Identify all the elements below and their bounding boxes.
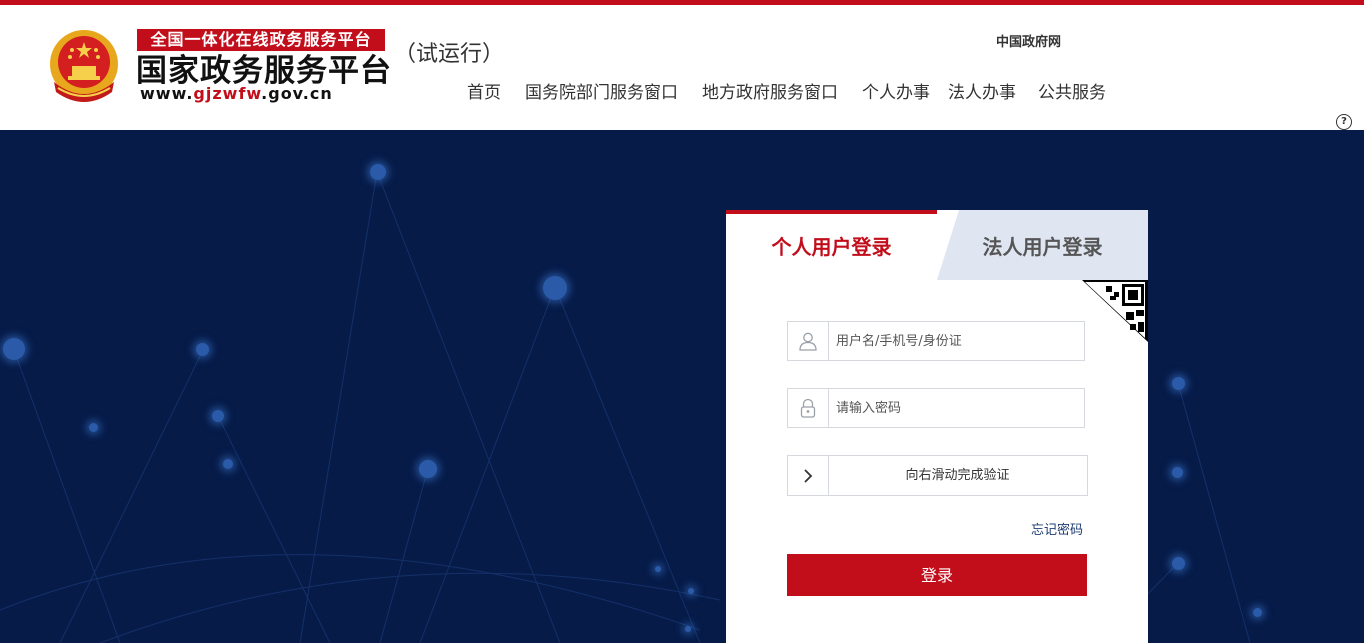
slider-text: 向右滑动完成验证 <box>905 468 1010 483</box>
logo-url-highlight: gjzwfw <box>193 84 262 103</box>
password-input[interactable] <box>836 389 1076 427</box>
username-input[interactable] <box>836 322 1076 360</box>
decorative-dot <box>419 460 437 478</box>
forgot-password-link[interactable]: 忘记密码 <box>1031 519 1083 538</box>
nav-item-home[interactable]: 首页 <box>467 78 501 103</box>
tab-divider-notch <box>937 210 959 280</box>
decorative-dot <box>1172 467 1183 478</box>
nav-item-state-council[interactable]: 国务院部门服务窗口 <box>525 78 678 103</box>
decorative-dot <box>223 459 233 469</box>
gov-cn-link[interactable]: 中国政府网 <box>996 31 1061 50</box>
logo-url: www.gjzwfw.gov.cn <box>140 84 333 103</box>
decorative-dot <box>655 566 661 572</box>
qr-code-icon[interactable] <box>1082 280 1148 342</box>
decorative-dot <box>196 343 209 356</box>
logo-tagline: 全国一体化在线政务服务平台 <box>137 29 385 51</box>
hero-background <box>0 130 1364 643</box>
login-panel: 法人用户登录 个人用户登录 向右滑动完成验证 忘记密码 登录 <box>726 210 1148 643</box>
slide-verification: 向右滑动完成验证 <box>787 455 1088 496</box>
decorative-dot <box>3 338 25 360</box>
decorative-dot <box>543 276 567 300</box>
nav-item-public-service[interactable]: 公共服务 <box>1038 78 1106 103</box>
username-field <box>787 321 1085 361</box>
lock-icon <box>788 389 829 427</box>
logo-url-suffix: .gov.cn <box>261 84 333 103</box>
chevron-right-icon[interactable] <box>788 456 829 495</box>
decorative-dot <box>1172 377 1185 390</box>
logo-url-prefix: www. <box>140 84 194 103</box>
main-nav: 首页 国务院部门服务窗口 地方政府服务窗口 个人办事 法人办事 公共服务 <box>467 78 1130 103</box>
nav-item-local-gov[interactable]: 地方政府服务窗口 <box>702 78 838 103</box>
nav-item-corporate[interactable]: 法人办事 <box>948 78 1016 103</box>
nav-item-personal[interactable]: 个人办事 <box>862 78 930 103</box>
decorative-dot <box>1172 557 1185 570</box>
decorative-dot <box>370 164 386 180</box>
decorative-dot <box>212 410 224 422</box>
decorative-dot <box>685 626 691 632</box>
password-field <box>787 388 1085 428</box>
question-circle-icon[interactable]: ? <box>1336 114 1352 130</box>
decorative-dot <box>688 588 694 594</box>
network-lines-decoration <box>0 171 1251 643</box>
decorative-dot <box>89 423 98 432</box>
trial-label: （试运行） <box>394 42 505 67</box>
tab-corporate-login[interactable]: 法人用户登录 <box>937 210 1148 280</box>
tab-personal-login[interactable]: 个人用户登录 <box>726 210 937 280</box>
site-header: 全国一体化在线政务服务平台 国家政务服务平台 www.gjzwfw.gov.cn… <box>0 5 1364 130</box>
national-emblem-icon <box>50 30 118 102</box>
login-button[interactable]: 登录 <box>787 554 1087 596</box>
user-icon <box>788 322 829 360</box>
decorative-dot <box>1253 608 1262 617</box>
